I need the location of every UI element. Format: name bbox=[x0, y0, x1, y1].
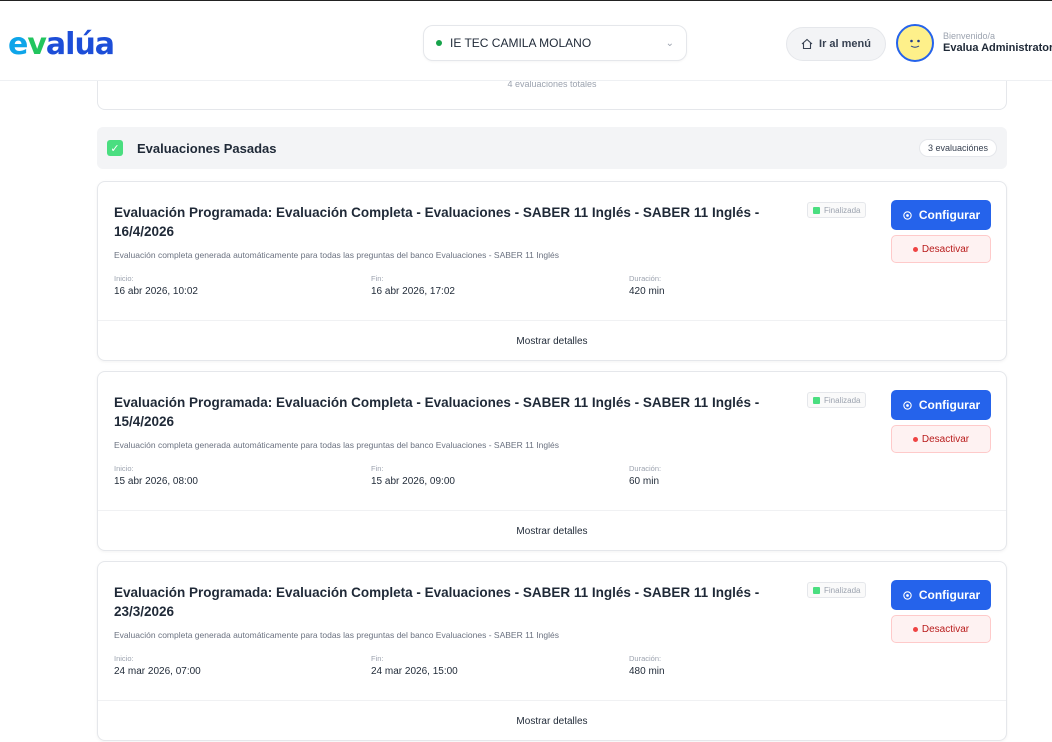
show-details-button[interactable]: Mostrar detalles bbox=[98, 511, 1006, 551]
start-value: 24 mar 2026, 07:00 bbox=[114, 666, 201, 677]
start-label: Inicio: bbox=[114, 654, 134, 663]
top-header: evalúa IE TEC CAMILA MOLANO ⌄ Ir al menú… bbox=[0, 1, 1052, 81]
deactivate-button[interactable]: Desactivar bbox=[891, 615, 991, 643]
user-name: Evalua Administrator bbox=[943, 42, 1052, 54]
evaluation-description: Evaluación completa generada automáticam… bbox=[114, 440, 559, 450]
configure-button[interactable]: Configurar bbox=[891, 200, 991, 230]
end-value: 15 abr 2026, 09:00 bbox=[371, 476, 455, 487]
end-value: 24 mar 2026, 15:00 bbox=[371, 666, 458, 677]
red-dot-icon bbox=[912, 246, 918, 252]
gear-icon bbox=[903, 400, 912, 410]
gear-icon bbox=[903, 590, 912, 600]
duration-label: Duración: bbox=[629, 274, 662, 283]
check-icon: ✓ bbox=[107, 140, 123, 156]
school-name: IE TEC CAMILA MOLANO bbox=[450, 36, 592, 50]
evaluation-card: Evaluación Programada: Evaluación Comple… bbox=[97, 181, 1007, 361]
menu-button-label: Ir al menú bbox=[819, 38, 871, 50]
menu-button[interactable]: Ir al menú bbox=[786, 27, 886, 61]
deactivate-button[interactable]: Desactivar bbox=[891, 235, 991, 263]
welcome-text: Bienvenido/a bbox=[943, 31, 996, 41]
avatar-face-icon bbox=[910, 39, 920, 48]
end-label: Fin: bbox=[371, 654, 384, 663]
status-square-icon bbox=[813, 396, 820, 404]
start-value: 16 abr 2026, 10:02 bbox=[114, 286, 198, 297]
duration-label: Duración: bbox=[629, 654, 662, 663]
past-evaluations-header: ✓ Evaluaciones Pasadas 3 evaluaciónes bbox=[97, 127, 1007, 169]
end-label: Fin: bbox=[371, 464, 384, 473]
status-square-icon bbox=[813, 206, 820, 214]
avatar[interactable] bbox=[896, 24, 934, 62]
end-value: 16 abr 2026, 17:02 bbox=[371, 286, 455, 297]
evaluation-description: Evaluación completa generada automáticam… bbox=[114, 630, 559, 640]
status-badge: Finalizada bbox=[807, 582, 867, 598]
evaluation-title: Evaluación Programada: Evaluación Comple… bbox=[114, 585, 760, 619]
duration-label: Duración: bbox=[629, 464, 662, 473]
status-badge: Finalizada bbox=[807, 392, 867, 408]
status-square-icon bbox=[813, 586, 820, 594]
gear-icon bbox=[903, 210, 912, 220]
chevron-down-icon: ⌄ bbox=[665, 37, 674, 49]
end-label: Fin: bbox=[371, 274, 384, 283]
red-dot-icon bbox=[912, 436, 918, 442]
status-badge: Finalizada bbox=[807, 202, 867, 218]
evaluation-card: Evaluación Programada: Evaluación Comple… bbox=[97, 371, 1007, 551]
section-title: Evaluaciones Pasadas bbox=[137, 140, 277, 156]
duration-value: 60 min bbox=[629, 476, 660, 487]
evaluation-count-badge: 3 evaluaciónes bbox=[918, 139, 997, 157]
evaluation-card: Evaluación Programada: Evaluación Comple… bbox=[97, 561, 1007, 741]
app-logo[interactable]: evalúa bbox=[8, 27, 115, 62]
green-dot-icon bbox=[436, 40, 442, 46]
duration-value: 480 min bbox=[629, 666, 665, 677]
configure-button[interactable]: Configurar bbox=[891, 390, 991, 420]
home-icon bbox=[801, 38, 813, 50]
duration-value: 420 min bbox=[629, 286, 665, 297]
start-value: 15 abr 2026, 08:00 bbox=[114, 476, 198, 487]
evaluation-title: Evaluación Programada: Evaluación Comple… bbox=[114, 205, 760, 239]
start-label: Inicio: bbox=[114, 274, 134, 283]
evaluation-title: Evaluación Programada: Evaluación Comple… bbox=[114, 395, 760, 429]
red-dot-icon bbox=[912, 626, 918, 632]
evaluation-description: Evaluación completa generada automáticam… bbox=[114, 250, 559, 260]
show-details-button[interactable]: Mostrar detalles bbox=[98, 321, 1006, 361]
school-selector[interactable]: IE TEC CAMILA MOLANO ⌄ bbox=[423, 25, 687, 61]
configure-button[interactable]: Configurar bbox=[891, 580, 991, 610]
show-details-button[interactable]: Mostrar detalles bbox=[98, 701, 1006, 741]
start-label: Inicio: bbox=[114, 464, 134, 473]
deactivate-button[interactable]: Desactivar bbox=[891, 425, 991, 453]
